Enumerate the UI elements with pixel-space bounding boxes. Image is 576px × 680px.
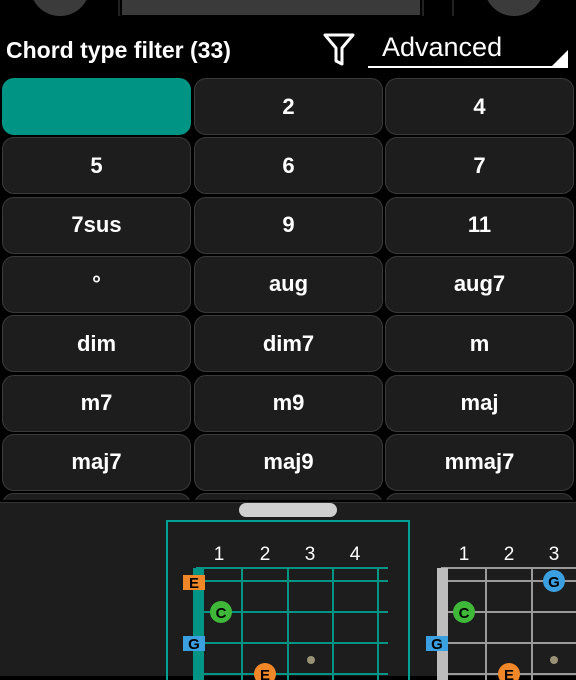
chord-type-label: dim	[76, 330, 117, 356]
note-label: E	[504, 667, 514, 680]
chord-type-button[interactable]	[2, 78, 191, 135]
chord-type-button[interactable]: dim	[2, 315, 191, 373]
note-label: E	[260, 667, 270, 680]
chord-type-label: 7sus	[71, 212, 122, 238]
chord-diagram-1[interactable]: 1 2 3 4 E C G E	[166, 520, 411, 680]
chord-type-label: aug7	[453, 271, 506, 297]
filter-mode-value: Advanced	[382, 32, 503, 62]
note-label: G	[548, 574, 560, 591]
chord-type-label: m9	[272, 390, 305, 415]
chord-type-button[interactable]: 5	[2, 137, 191, 195]
fret-number: 1	[459, 544, 470, 565]
fret-number: 2	[504, 544, 515, 565]
right-knob[interactable]	[484, 0, 544, 16]
note-label: E	[189, 575, 199, 592]
chord-type-button[interactable]: maj9	[194, 433, 383, 491]
chord-type-button[interactable]: aug	[194, 255, 383, 313]
divider	[422, 0, 424, 16]
chord-type-button[interactable]: m9	[194, 374, 383, 432]
note-label: G	[188, 636, 200, 653]
chord-type-button[interactable]	[2, 493, 191, 500]
chord-type-button[interactable]: m7	[2, 374, 191, 432]
chord-type-button[interactable]: °	[2, 255, 191, 313]
fret-number: 2	[260, 544, 271, 565]
chord-type-button[interactable]: 2	[194, 78, 383, 135]
fret-marker-dot	[307, 656, 315, 664]
chord-type-button[interactable]: 9	[194, 196, 383, 254]
divider	[452, 0, 454, 16]
chord-type-label: m7	[80, 390, 113, 415]
chord-type-label: maj9	[263, 449, 314, 475]
chord-type-label: 7	[473, 152, 486, 178]
chord-type-label: 9	[282, 212, 295, 238]
chord-type-label: m	[469, 330, 490, 356]
note-label: C	[216, 605, 227, 622]
chord-type-grid[interactable]: 2 4 5 6 7 7sus 9 11 ° aug aug7 dim dim7 m m7 m9 maj maj7 m…	[0, 76, 576, 500]
chord-type-label: °	[92, 271, 101, 297]
chord-type-button[interactable]: 7	[385, 137, 574, 195]
chord-type-label: 5	[90, 152, 103, 178]
top-display-field[interactable]	[122, 0, 420, 15]
chord-type-label: 2	[282, 93, 295, 119]
chord-type-button[interactable]: maj7	[2, 433, 191, 491]
chord-type-button[interactable]	[194, 493, 383, 500]
fret-marker-dot	[550, 656, 558, 664]
fret-number: 3	[549, 544, 560, 565]
chord-type-filter-title: Chord type filter (33)	[6, 37, 231, 63]
chord-diagram-2[interactable]: 1 2 3 G C G E	[414, 520, 576, 680]
chord-type-button[interactable]: 4	[385, 78, 574, 135]
filter-mode-select[interactable]: Advanced	[368, 26, 570, 70]
note-label: G	[431, 636, 443, 653]
filter-funnel-icon[interactable]	[322, 31, 356, 67]
chord-type-button[interactable]: 7sus	[2, 196, 191, 254]
chord-type-button[interactable]: 6	[194, 137, 383, 195]
chord-type-button[interactable]	[385, 493, 574, 500]
fret-number: 4	[350, 544, 361, 565]
chord-type-button[interactable]: m	[385, 315, 574, 373]
chord-type-button[interactable]: maj	[385, 374, 574, 432]
top-toolbar	[0, 0, 576, 20]
chord-type-label: 4	[473, 93, 486, 119]
chord-type-button[interactable]: dim7	[194, 315, 383, 373]
chord-type-label: 11	[467, 212, 492, 238]
fret-number: 1	[214, 544, 225, 565]
drag-handle[interactable]	[239, 503, 337, 517]
note-label: C	[459, 605, 470, 622]
chord-type-label: dim7	[262, 330, 315, 356]
chord-type-button[interactable]: mmaj7	[385, 433, 574, 491]
chord-type-button[interactable]: 11	[385, 196, 574, 254]
filter-header: Chord type filter (33) Advanced	[0, 20, 576, 76]
chord-type-label: mmaj7	[444, 449, 515, 475]
chord-type-button[interactable]: aug7	[385, 255, 574, 313]
chord-type-label: maj	[460, 390, 499, 415]
nut	[437, 568, 448, 680]
fret-number: 3	[305, 544, 316, 565]
chord-type-label: aug	[268, 271, 309, 297]
chord-diagram-panel: 1 2 3 4 E C G E 1 2 3 G C G E	[0, 502, 576, 680]
chord-type-label: maj7	[71, 449, 122, 475]
dropdown-corner-icon	[552, 50, 568, 66]
divider	[118, 0, 120, 16]
chord-type-label: 6	[282, 152, 295, 178]
select-underline	[368, 66, 568, 68]
left-knob[interactable]	[30, 0, 90, 16]
